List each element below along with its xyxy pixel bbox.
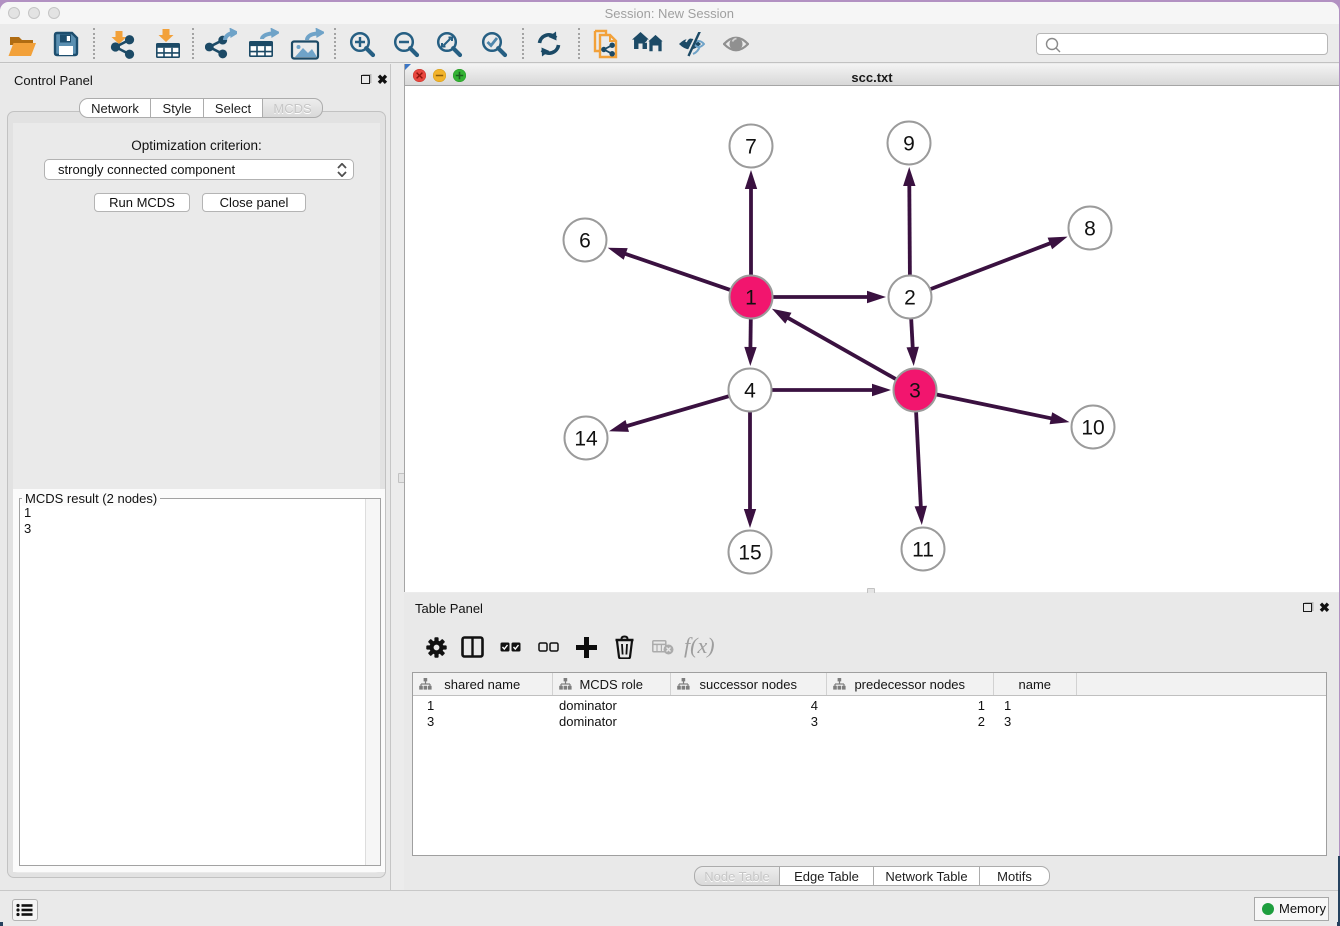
svg-text:2: 2 bbox=[904, 287, 916, 310]
svg-text:7: 7 bbox=[745, 136, 757, 159]
svg-text:1: 1 bbox=[745, 287, 757, 310]
svg-text:9: 9 bbox=[903, 133, 915, 156]
svg-text:4: 4 bbox=[744, 380, 756, 403]
svg-text:8: 8 bbox=[1084, 218, 1096, 241]
svg-text:6: 6 bbox=[579, 230, 591, 253]
svg-text:3: 3 bbox=[909, 380, 921, 403]
svg-text:14: 14 bbox=[574, 428, 598, 451]
svg-text:11: 11 bbox=[912, 539, 934, 562]
svg-text:10: 10 bbox=[1081, 417, 1104, 440]
svg-text:15: 15 bbox=[738, 542, 761, 565]
